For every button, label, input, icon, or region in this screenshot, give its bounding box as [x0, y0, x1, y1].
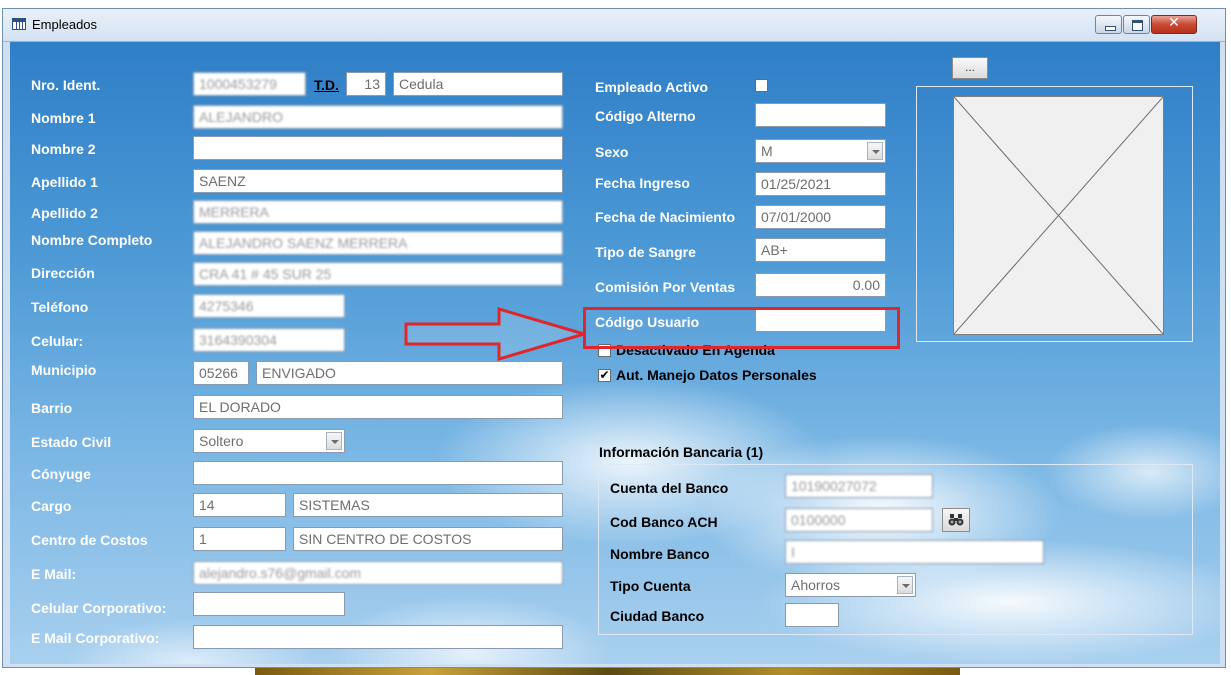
- maximize-button[interactable]: [1123, 15, 1150, 34]
- telefono-field[interactable]: 4275346: [193, 294, 345, 318]
- window-title: Empleados: [32, 17, 98, 32]
- aut-datos-label: Aut. Manejo Datos Personales: [616, 367, 817, 383]
- estado-civil-value: Soltero: [199, 433, 244, 449]
- estado-civil-select[interactable]: Soltero: [193, 429, 345, 453]
- annotation-arrow: [404, 307, 586, 361]
- barrio-label: Barrio: [31, 400, 73, 416]
- empleado-activo-label: Empleado Activo: [595, 79, 709, 95]
- td-code-field[interactable]: 13: [346, 72, 386, 96]
- estado-civil-label: Estado Civil: [31, 434, 112, 450]
- conyuge-label: Cónyuge: [31, 466, 91, 482]
- form-area: Nro. Ident. 1000453279 T.D. 13 Cedula No…: [10, 42, 1220, 664]
- empty-image-icon: [954, 97, 1163, 334]
- minimize-button[interactable]: [1095, 15, 1122, 34]
- cargo-label: Cargo: [31, 498, 72, 514]
- codigo-alterno-field[interactable]: [755, 103, 886, 127]
- search-bank-button[interactable]: [942, 508, 970, 532]
- telefono-label: Teléfono: [31, 299, 89, 315]
- nro-ident-field[interactable]: 1000453279: [193, 72, 306, 96]
- table-icon: [12, 18, 26, 30]
- cuenta-banco-label: Cuenta del Banco: [610, 480, 729, 496]
- binoculars-icon: [948, 514, 964, 526]
- ciudad-banco-label: Ciudad Banco: [610, 608, 705, 624]
- barrio-field[interactable]: EL DORADO: [193, 395, 563, 419]
- tipo-sangre-field[interactable]: AB+: [755, 238, 886, 262]
- photo-browse-button[interactable]: ...: [952, 57, 988, 79]
- sexo-select[interactable]: M: [755, 139, 886, 163]
- annotation-highlight-box: [583, 307, 900, 349]
- cargo-name-field: SISTEMAS: [293, 493, 563, 517]
- tipo-cuenta-label: Tipo Cuenta: [610, 578, 691, 594]
- nombre2-field[interactable]: [193, 136, 563, 160]
- conyuge-field[interactable]: [193, 461, 563, 485]
- td-label[interactable]: T.D.: [314, 77, 339, 93]
- comision-field[interactable]: 0.00: [755, 273, 886, 297]
- nombre1-field[interactable]: ALEJANDRO: [193, 105, 563, 129]
- email-corp-label: E Mail Corporativo:: [31, 630, 160, 646]
- fecha-ingreso-label: Fecha Ingreso: [595, 175, 690, 191]
- chevron-down-icon[interactable]: [867, 142, 883, 160]
- ciudad-banco-field[interactable]: [785, 603, 839, 627]
- nombre2-label: Nombre 2: [31, 141, 96, 157]
- centro-costos-label: Centro de Costos: [31, 532, 148, 548]
- municipio-code-field[interactable]: 05266: [193, 361, 249, 385]
- chevron-down-icon[interactable]: [897, 576, 913, 594]
- banco-section-title: Información Bancaria (1): [599, 444, 764, 460]
- municipio-label: Municipio: [31, 362, 97, 378]
- apellido2-field[interactable]: MERRERA: [193, 200, 563, 224]
- centro-costos-code-field[interactable]: 1: [193, 527, 286, 551]
- apellido1-label: Apellido 1: [31, 174, 98, 190]
- cargo-code-field[interactable]: 14: [193, 493, 286, 517]
- comision-label: Comisión Por Ventas: [595, 279, 736, 295]
- cuenta-banco-field[interactable]: 10190027072: [785, 474, 933, 498]
- municipio-name-field: ENVIGADO: [256, 361, 563, 385]
- chevron-down-icon[interactable]: [326, 432, 342, 450]
- nombre1-label: Nombre 1: [31, 110, 96, 126]
- cod-ach-label: Cod Banco ACH: [610, 514, 718, 530]
- celular-field[interactable]: 3164390304: [193, 328, 345, 352]
- nro-ident-label: Nro. Ident.: [31, 77, 101, 93]
- email-field[interactable]: alejandro.s76@gmail.com: [193, 561, 563, 585]
- tipo-cuenta-value: Ahorros: [791, 577, 841, 593]
- cod-ach-field[interactable]: 0100000: [785, 508, 933, 532]
- apellido1-field[interactable]: SAENZ: [193, 169, 563, 193]
- background-image-strip: [255, 668, 960, 675]
- title-bar[interactable]: Empleados ✕: [3, 9, 1225, 42]
- celular-label: Celular:: [31, 333, 84, 349]
- fecha-nacimiento-label: Fecha de Nacimiento: [595, 209, 736, 225]
- nombre-banco-label: Nombre Banco: [610, 546, 710, 562]
- sexo-label: Sexo: [595, 144, 629, 160]
- email-label: E Mail:: [31, 566, 77, 582]
- email-corp-field[interactable]: [193, 625, 563, 649]
- close-icon: ✕: [1168, 15, 1180, 31]
- codigo-alterno-label: Código Alterno: [595, 108, 696, 124]
- aut-datos-checkbox[interactable]: ✔: [598, 369, 611, 382]
- nombre-completo-field[interactable]: ALEJANDRO SAENZ MERRERA: [193, 231, 563, 255]
- tipo-sangre-label: Tipo de Sangre: [595, 244, 696, 260]
- empleados-window: Empleados ✕ Nro. Ident. 1000453279 T.D. …: [2, 8, 1226, 668]
- celular-corp-label: Celular Corporativo:: [31, 600, 167, 616]
- fecha-ingreso-field[interactable]: 01/25/2021: [755, 172, 886, 196]
- nombre-banco-field[interactable]: I: [785, 540, 1044, 564]
- sexo-value: M: [761, 143, 773, 159]
- direccion-field[interactable]: CRA 41 # 45 SUR 25: [193, 262, 563, 286]
- nombre-completo-label: Nombre Completo: [31, 232, 153, 248]
- photo-placeholder[interactable]: [953, 96, 1164, 335]
- tipo-cuenta-select[interactable]: Ahorros: [785, 573, 916, 597]
- apellido2-label: Apellido 2: [31, 205, 98, 221]
- celular-corp-field[interactable]: [193, 592, 345, 616]
- fecha-nacimiento-field[interactable]: 07/01/2000: [755, 205, 886, 229]
- empleado-activo-checkbox[interactable]: [755, 79, 768, 92]
- direccion-label: Dirección: [31, 265, 95, 281]
- td-desc-field: Cedula: [393, 72, 563, 96]
- close-button[interactable]: ✕: [1151, 15, 1197, 34]
- centro-costos-name-field: SIN CENTRO DE COSTOS: [293, 527, 563, 551]
